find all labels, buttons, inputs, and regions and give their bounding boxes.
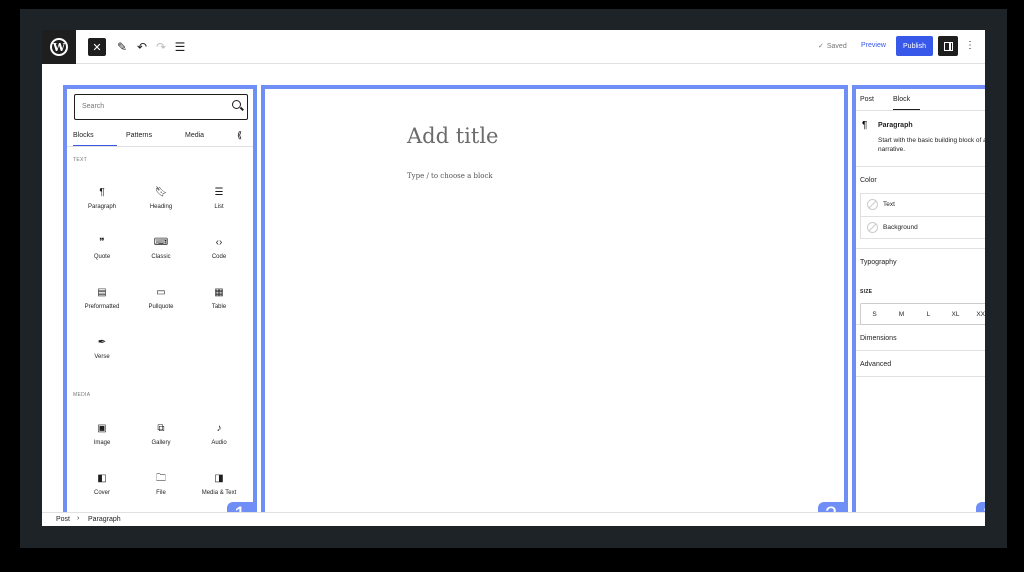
table-icon: ▦ — [214, 287, 224, 298]
block-card: ¶ Paragraph Start with the basic buildin… — [856, 111, 985, 167]
color-swatch-icon — [867, 199, 878, 210]
paragraph-icon: ¶ — [862, 120, 868, 131]
advanced-title: Advanced — [860, 361, 892, 368]
size-option-m[interactable]: M — [888, 304, 915, 324]
settings-sidebar-panel: Post Block ✕ ¶ Paragraph Start with the … — [852, 85, 985, 526]
dimensions-panel[interactable]: Dimensions + — [856, 325, 985, 351]
block-table[interactable]: ▦ Table — [190, 283, 248, 323]
search-input[interactable]: Search — [74, 94, 248, 120]
code-icon: ‹› — [215, 237, 223, 248]
block-preformatted[interactable]: ▤ Preformatted — [73, 283, 131, 323]
block-list[interactable]: ☰ List — [190, 183, 248, 223]
dimensions-title: Dimensions — [860, 335, 897, 342]
size-option-l[interactable]: L — [915, 304, 942, 324]
block-cover[interactable]: ◧ Cover — [73, 469, 131, 509]
list-view-icon[interactable]: ☰ — [172, 38, 188, 56]
inserter-tabs: Blocks Patterns Media ⟪ — [67, 125, 253, 147]
feather-icon: ✒ — [97, 337, 107, 348]
category-text: TEXT — [73, 157, 87, 163]
advanced-panel[interactable]: Advanced ⌄ — [856, 351, 985, 377]
block-quote[interactable]: ❞ Quote — [73, 233, 131, 273]
breadcrumb-post[interactable]: Post — [56, 516, 70, 523]
search-icon — [232, 100, 241, 109]
media-text-icon: ◨ — [214, 473, 224, 484]
folder-icon: 🗀︎ — [156, 473, 166, 484]
wordpress-logo-icon[interactable]: W — [42, 30, 76, 64]
breadcrumb-paragraph[interactable]: Paragraph — [88, 516, 121, 523]
chevron-right-icon: › — [77, 515, 80, 522]
color-text-option[interactable]: Text — [861, 194, 985, 216]
keyboard-icon: ⌨ — [153, 237, 169, 248]
color-title: Color — [860, 177, 877, 184]
check-icon: ✓ — [818, 43, 824, 50]
image-icon: ▣ — [97, 423, 107, 434]
color-panel: Color ⋮ Text Background — [856, 167, 985, 249]
block-audio[interactable]: ♪ Audio — [190, 419, 248, 459]
undo-icon[interactable]: ↶ — [134, 38, 150, 56]
close-panel-icon[interactable]: ⟪ — [237, 130, 242, 141]
cover-icon: ◧ — [97, 473, 107, 484]
category-media: MEDIA — [73, 392, 91, 398]
block-heading[interactable]: 🔖︎ Heading — [132, 183, 190, 223]
tab-post[interactable]: Post — [860, 96, 874, 103]
breadcrumb: Post › Paragraph — [42, 512, 985, 526]
block-paragraph[interactable]: ¶ Paragraph — [73, 183, 131, 223]
block-gallery[interactable]: ⧉ Gallery — [132, 419, 190, 459]
color-options: Text Background — [860, 193, 985, 239]
tab-media[interactable]: Media — [185, 132, 204, 139]
gallery-icon: ⧉ — [157, 423, 165, 434]
size-option-xxl[interactable]: XXL — [969, 304, 985, 324]
pen-icon[interactable]: ✎ — [114, 38, 130, 56]
sidebar-icon[interactable] — [938, 36, 958, 56]
block-pullquote[interactable]: ▭ Pullquote — [132, 283, 190, 323]
font-size-picker: S M L XL XXL — [860, 303, 985, 325]
size-option-s[interactable]: S — [861, 304, 888, 324]
tab-block[interactable]: Block — [893, 96, 920, 110]
list-icon: ☰ — [214, 187, 224, 198]
preview-button[interactable]: Preview — [861, 42, 886, 49]
close-icon[interactable]: ✕ — [88, 38, 106, 56]
music-note-icon: ♪ — [216, 423, 222, 434]
block-description: Start with the basic building block of a… — [878, 137, 985, 153]
redo-icon[interactable]: ↷ — [153, 38, 169, 56]
post-title-input[interactable]: Add title — [407, 124, 498, 148]
publish-button[interactable]: Publish — [896, 36, 933, 56]
block-image[interactable]: ▣ Image — [73, 419, 131, 459]
pullquote-icon: ▭ — [156, 287, 166, 298]
block-verse[interactable]: ✒ Verse — [73, 333, 131, 373]
tab-blocks[interactable]: Blocks — [73, 132, 117, 146]
size-option-xl[interactable]: XL — [942, 304, 969, 324]
block-editor: W ✕ ✎ ↶ ↷ ☰ ✓ Saved Preview Publish ⋮ Sea… — [42, 30, 985, 526]
editor-canvas-panel: Add title Type / to choose a block 2 — [261, 85, 848, 526]
screenshot-frame: W ✕ ✎ ↶ ↷ ☰ ✓ Saved Preview Publish ⋮ Sea… — [20, 9, 1007, 548]
tab-patterns[interactable]: Patterns — [126, 132, 152, 139]
search-placeholder: Search — [82, 103, 105, 110]
block-inserter-panel: Search Blocks Patterns Media ⟪ TEXT ¶ Par… — [63, 85, 257, 526]
block-classic[interactable]: ⌨ Classic — [132, 233, 190, 273]
editor-toolbar: W ✕ ✎ ↶ ↷ ☰ ✓ Saved Preview Publish ⋮ — [42, 30, 985, 64]
color-swatch-icon — [867, 222, 878, 233]
saved-status: ✓ Saved — [818, 42, 847, 51]
paragraph-icon: ¶ — [99, 187, 105, 198]
preformatted-icon: ▤ — [97, 287, 107, 298]
typography-panel: Typography ⋮ SIZE ⚌ S M L XL XXL — [856, 249, 985, 325]
quote-icon: ❞ — [99, 237, 105, 248]
block-appender[interactable]: Type / to choose a block — [407, 172, 493, 180]
block-name: Paragraph — [878, 122, 913, 129]
typography-title: Typography — [860, 259, 897, 266]
block-code[interactable]: ‹› Code — [190, 233, 248, 273]
sidebar-tabs: Post Block ✕ — [856, 89, 985, 111]
block-file[interactable]: 🗀︎ File — [132, 469, 190, 509]
bookmark-icon: 🔖︎ — [154, 187, 168, 198]
size-label: SIZE — [860, 289, 873, 295]
color-background-option[interactable]: Background — [861, 216, 985, 238]
more-vertical-icon[interactable]: ⋮ — [965, 40, 975, 51]
